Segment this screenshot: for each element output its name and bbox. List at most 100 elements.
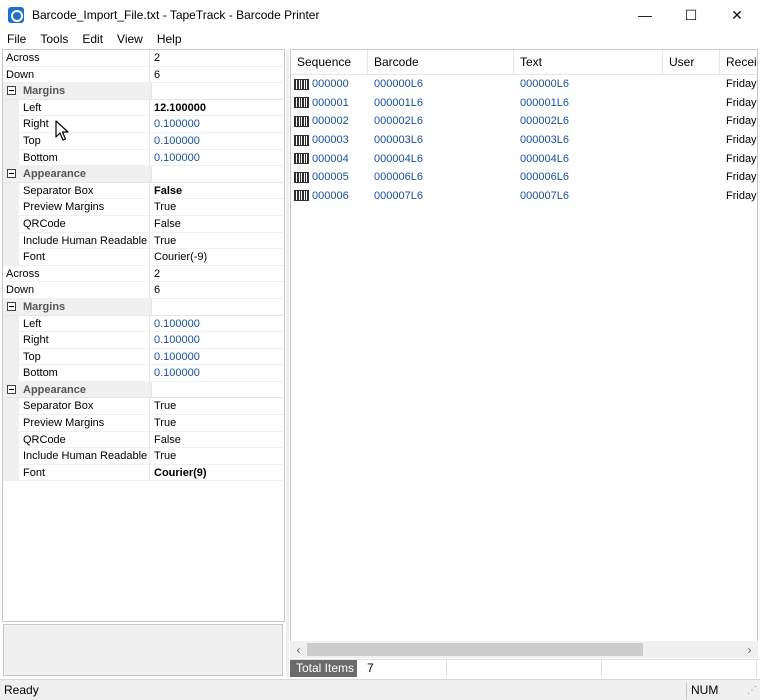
list-item[interactable]: 000004 000004L6 000004L6 Friday <box>291 149 757 168</box>
panel-splitter[interactable] <box>286 49 289 677</box>
list-item[interactable]: 000005 000006L6 000006L6 Friday <box>291 168 757 187</box>
sequence-cell: 000002 <box>291 115 368 127</box>
collapse-icon[interactable] <box>7 86 16 96</box>
prop-value[interactable]: 6 <box>150 67 284 83</box>
prop-value[interactable]: 12.100000 <box>150 100 284 116</box>
list-item[interactable]: 000003 000003L6 000003L6 Friday <box>291 131 757 150</box>
prop-row-font[interactable]: Font Courier(9) <box>3 464 284 482</box>
collapse-icon[interactable] <box>7 385 16 395</box>
prop-row-top[interactable]: Top 0.100000 <box>3 348 284 366</box>
prop-value[interactable]: True <box>150 415 284 431</box>
prop-row-across[interactable]: Across 2 <box>3 265 284 283</box>
prop-value[interactable]: 2 <box>150 50 284 66</box>
prop-row-across[interactable]: Across 2 <box>3 50 284 67</box>
prop-row-separator-box[interactable]: Separator Box False <box>3 182 284 200</box>
prop-row-left[interactable]: Left 12.100000 <box>3 99 284 117</box>
prop-value[interactable]: 0.100000 <box>150 332 284 348</box>
collapse-icon[interactable] <box>7 169 16 179</box>
prop-value[interactable]: True <box>150 233 284 249</box>
received-cell: Friday <box>726 134 757 147</box>
list-item[interactable]: 000002 000002L6 000002L6 Friday <box>291 112 757 131</box>
prop-value[interactable]: 0.100000 <box>150 316 284 332</box>
prop-value[interactable]: 6 <box>150 282 284 298</box>
minimize-button[interactable]: — <box>622 0 668 30</box>
app-icon[interactable] <box>8 7 24 23</box>
sequence-cell: 000005 <box>291 171 368 183</box>
prop-value[interactable]: 0.100000 <box>150 349 284 365</box>
prop-row-down[interactable]: Down 6 <box>3 66 284 84</box>
prop-name: Separator Box <box>3 182 150 199</box>
resize-grip-icon[interactable]: ⋰ <box>744 682 760 699</box>
barcode-cell: 000003L6 <box>374 134 423 147</box>
menu-file[interactable]: File <box>0 32 33 46</box>
prop-value[interactable]: 0.100000 <box>150 116 284 132</box>
prop-value[interactable]: 2 <box>150 266 284 282</box>
prop-name: Top <box>3 348 150 365</box>
prop-name: Left <box>3 99 150 116</box>
prop-row-bottom[interactable]: Bottom 0.100000 <box>3 149 284 167</box>
menu-view[interactable]: View <box>110 32 150 46</box>
category-filler <box>151 298 284 315</box>
category-appearance[interactable]: Appearance <box>3 166 284 183</box>
prop-row-qrcode[interactable]: QRCode False <box>3 215 284 233</box>
column-header-text[interactable]: Text <box>514 50 663 75</box>
scroll-left-icon[interactable]: ‹ <box>290 641 307 658</box>
prop-value[interactable]: Courier(9) <box>150 465 284 481</box>
list-item[interactable]: 000001 000001L6 000001L6 Friday <box>291 94 757 113</box>
scroll-track[interactable] <box>307 641 741 658</box>
column-header-user[interactable]: User <box>663 50 720 75</box>
list-item[interactable]: 000000 000000L6 000000L6 Friday <box>291 75 757 94</box>
barcode-icon <box>294 134 309 146</box>
sequence-value: 000005 <box>312 171 349 184</box>
prop-value[interactable]: True <box>150 398 284 414</box>
prop-value[interactable]: 0.100000 <box>150 150 284 166</box>
prop-row-separator-box[interactable]: Separator Box True <box>3 398 284 416</box>
prop-value[interactable]: False <box>150 216 284 232</box>
prop-row-human-readable[interactable]: Include Human Readable True <box>3 448 284 465</box>
prop-row-left[interactable]: Left 0.100000 <box>3 315 284 333</box>
prop-value[interactable]: Courier(-9) <box>150 249 284 265</box>
prop-value[interactable]: False <box>150 432 284 448</box>
text-cell: 000003L6 <box>520 134 569 147</box>
menu-edit[interactable]: Edit <box>75 32 110 46</box>
barcode-icon <box>294 171 309 183</box>
sequence-value: 000001 <box>312 96 349 109</box>
scroll-right-icon[interactable]: › <box>741 641 758 658</box>
prop-row-down[interactable]: Down 6 <box>3 282 284 299</box>
prop-row-qrcode[interactable]: QRCode False <box>3 431 284 449</box>
prop-row-top[interactable]: Top 0.100000 <box>3 132 284 150</box>
prop-row-font[interactable]: Font Courier(-9) <box>3 249 284 266</box>
menu-help[interactable]: Help <box>150 32 189 46</box>
maximize-button[interactable]: ☐ <box>668 0 714 30</box>
close-button[interactable]: ✕ <box>714 0 760 30</box>
prop-row-right[interactable]: Right 0.100000 <box>3 332 284 349</box>
prop-value[interactable]: 0.100000 <box>150 133 284 149</box>
prop-row-preview-margins[interactable]: Preview Margins True <box>3 199 284 216</box>
sequence-value: 000002 <box>312 115 349 128</box>
category-appearance[interactable]: Appearance <box>3 381 284 399</box>
menu-tools[interactable]: Tools <box>33 32 75 46</box>
prop-value[interactable]: False <box>150 183 284 199</box>
prop-row-right[interactable]: Right 0.100000 <box>3 116 284 133</box>
barcode-list[interactable]: Sequence Barcode Text User Received 0000… <box>290 49 758 658</box>
prop-row-human-readable[interactable]: Include Human Readable True <box>3 232 284 250</box>
sequence-value: 000004 <box>312 152 349 165</box>
column-header-barcode[interactable]: Barcode <box>368 50 514 75</box>
prop-row-bottom[interactable]: Bottom 0.100000 <box>3 365 284 382</box>
scroll-thumb[interactable] <box>307 643 643 656</box>
property-grid[interactable]: Across 2 Down 6 Margins Left 12.100000 R… <box>2 49 285 622</box>
prop-name: Down <box>3 66 150 83</box>
horizontal-scrollbar[interactable]: ‹ › <box>290 641 758 658</box>
category-margins[interactable]: Margins <box>3 298 284 316</box>
prop-row-preview-margins[interactable]: Preview Margins True <box>3 415 284 432</box>
list-item[interactable]: 000006 000007L6 000007L6 Friday <box>291 187 757 206</box>
column-header-sequence[interactable]: Sequence <box>291 50 368 75</box>
column-header-received[interactable]: Received <box>720 50 757 75</box>
prop-value[interactable]: True <box>150 448 284 464</box>
prop-name: Bottom <box>3 365 150 381</box>
prop-name: Down <box>3 282 150 298</box>
category-margins[interactable]: Margins <box>3 83 284 100</box>
collapse-icon[interactable] <box>7 302 16 312</box>
prop-value[interactable]: 0.100000 <box>150 365 284 381</box>
prop-value[interactable]: True <box>150 199 284 215</box>
